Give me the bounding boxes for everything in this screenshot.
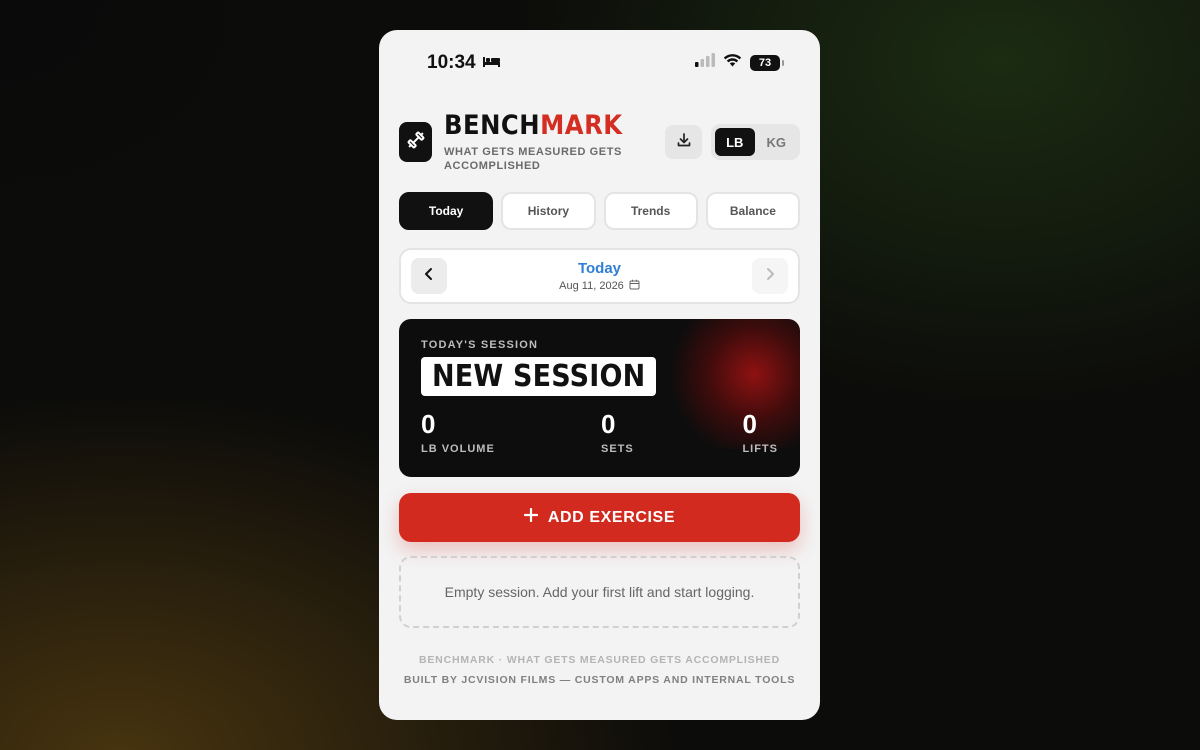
tab-today[interactable]: Today: [399, 192, 494, 230]
session-name[interactable]: NEW SESSION: [421, 357, 657, 396]
stat-sets-label: SETS: [601, 443, 634, 455]
tab-bar: Today History Trends Balance: [399, 192, 800, 230]
app-tagline: WHAT GETS MEASURED GETS ACCOMPLISHED: [444, 146, 622, 172]
dumbbell-icon: [406, 130, 426, 155]
stat-lifts-label: LIFTS: [742, 443, 778, 455]
stat-sets-value: 0: [601, 409, 616, 439]
calendar-icon: [629, 279, 640, 293]
phone-screen: 10:34 73 BENCHMARK WHAT GETS MEASURED GE…: [379, 30, 820, 720]
footer-line-1: BENCHMARK · WHAT GETS MEASURED GETS ACCO…: [419, 654, 780, 666]
app-logo: [399, 122, 432, 162]
download-icon: [676, 132, 692, 153]
session-glow: [664, 319, 800, 449]
date-value: Aug 11, 2026: [559, 280, 624, 292]
signal-icon: [695, 53, 715, 72]
status-indicators: 73: [695, 53, 784, 72]
stat-sets: 0 SETS: [601, 409, 634, 455]
tab-balance[interactable]: Balance: [705, 192, 800, 230]
tab-trends[interactable]: Trends: [603, 192, 698, 230]
status-time: 10:34: [427, 52, 501, 74]
session-label: TODAY'S SESSION: [421, 339, 539, 351]
app-title: BENCHMARK: [444, 110, 623, 141]
stat-volume-label: LB VOLUME: [421, 443, 495, 455]
battery-icon: 73: [750, 54, 784, 71]
footer-line-2: BUILT BY JCVISION FILMS — CUSTOM APPS AN…: [403, 674, 796, 686]
unit-kg-button[interactable]: KG: [757, 128, 797, 156]
status-time-text: 10:34: [427, 52, 476, 73]
empty-state: Empty session. Add your first lift and s…: [399, 556, 800, 628]
app-title-main: BENCH: [444, 110, 541, 141]
chevron-right-icon: [763, 267, 777, 286]
next-day-button[interactable]: [752, 258, 788, 294]
download-button[interactable]: [665, 125, 702, 159]
stat-volume: 0 LB VOLUME: [421, 409, 495, 455]
add-exercise-label: ADD EXERCISE: [547, 508, 676, 526]
wifi-icon: [723, 53, 742, 72]
date-title[interactable]: Today: [401, 260, 798, 277]
stat-lifts-value: 0: [742, 409, 757, 439]
stat-lifts: 0 LIFTS: [742, 409, 778, 455]
unit-lb-button[interactable]: LB: [715, 128, 755, 156]
session-card: TODAY'S SESSION NEW SESSION 0 LB VOLUME …: [399, 319, 800, 477]
bed-icon: [482, 52, 501, 74]
plus-icon: [523, 507, 538, 527]
stat-volume-value: 0: [421, 409, 436, 439]
add-exercise-button[interactable]: ADD EXERCISE: [399, 493, 800, 542]
tab-history[interactable]: History: [501, 192, 596, 230]
date-picker[interactable]: Aug 11, 2026: [401, 279, 798, 293]
unit-toggle: LB KG: [711, 124, 800, 160]
date-navigator: Today Aug 11, 2026: [399, 248, 800, 304]
app-title-accent: MARK: [540, 110, 623, 141]
